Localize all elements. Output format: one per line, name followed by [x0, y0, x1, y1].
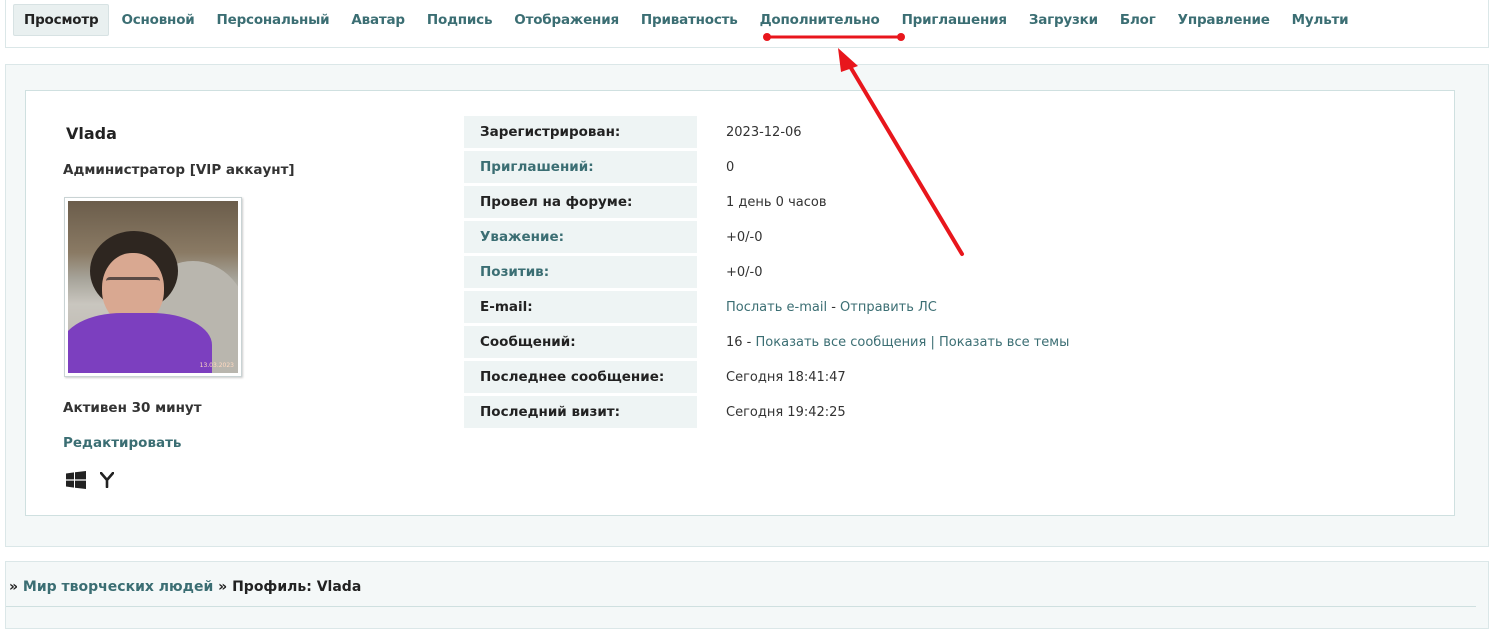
post-count: 16 [726, 334, 743, 350]
info-value: +0/-0 [726, 229, 763, 245]
info-value: 16 - Показать все сообщения | Показать в… [697, 326, 1069, 358]
profile-info-table: Зарегистрирован: 2023-12-06 Приглашений:… [464, 113, 1069, 431]
tab-multi[interactable]: Мульти [1282, 5, 1359, 35]
breadcrumb-separator: » [213, 579, 233, 595]
tab-display[interactable]: Отображения [504, 5, 629, 35]
separator: - [742, 334, 756, 350]
info-label: Последний визит: [464, 396, 697, 428]
breadcrumb-forum-link[interactable]: Мир творческих людей [23, 579, 213, 595]
info-label: E-mail: [464, 291, 697, 323]
tab-management[interactable]: Управление [1168, 5, 1280, 35]
info-row-respect: Уважение: +0/-0 [464, 221, 1069, 253]
info-row-last-visit: Последний визит: Сегодня 19:42:25 [464, 396, 1069, 428]
tab-view[interactable]: Просмотр [13, 4, 110, 36]
breadcrumb: » Мир творческих людей » Профиль: Vlada [5, 561, 1489, 629]
profile-card: Vlada Администратор [VIP аккаунт] 13.03.… [25, 90, 1455, 516]
tab-main[interactable]: Основной [111, 5, 204, 35]
windows-icon [66, 471, 86, 489]
divider [6, 606, 1476, 607]
info-value: 0 [726, 159, 735, 175]
info-value: Сегодня 18:41:47 [726, 369, 846, 385]
profile-user-title: Администратор [VIP аккаунт] [63, 162, 295, 178]
edit-profile-link[interactable]: Редактировать [63, 435, 181, 451]
info-label: Последнее сообщение: [464, 361, 697, 393]
info-label-link[interactable]: Позитив: [464, 256, 697, 288]
profile-tab-bar: Просмотр Основной Персональный Аватар По… [5, 0, 1489, 48]
tab-signature[interactable]: Подпись [417, 5, 502, 35]
profile-username: Vlada [66, 124, 117, 143]
breadcrumb-line: » Мир творческих людей » Профиль: Vlada [9, 579, 361, 595]
show-all-posts-link[interactable]: Показать все сообщения [756, 335, 927, 350]
info-value: 2023-12-06 [726, 124, 802, 140]
info-value: +0/-0 [726, 264, 763, 280]
info-row-registered: Зарегистрирован: 2023-12-06 [464, 116, 1069, 148]
tab-privacy[interactable]: Приватность [631, 5, 748, 35]
profile-panel: Vlada Администратор [VIP аккаунт] 13.03.… [5, 64, 1489, 547]
send-pm-link[interactable]: Отправить ЛС [840, 300, 937, 315]
show-all-topics-link[interactable]: Показать все темы [939, 335, 1069, 350]
avatar-photo: 13.03.2023 [68, 201, 238, 373]
tab-personal[interactable]: Персональный [207, 5, 340, 35]
tab-additional[interactable]: Дополнительно [750, 5, 890, 35]
info-label: Сообщений: [464, 326, 697, 358]
tab-avatar[interactable]: Аватар [341, 5, 415, 35]
info-value: 1 день 0 часов [726, 194, 827, 210]
avatar: 13.03.2023 [64, 197, 242, 377]
separator: | [926, 334, 939, 350]
tab-invitations[interactable]: Приглашения [892, 5, 1017, 35]
yandex-browser-icon [100, 472, 114, 488]
breadcrumb-current: Профиль: Vlada [232, 579, 362, 595]
info-label-link[interactable]: Приглашений: [464, 151, 697, 183]
info-row-last-post: Последнее сообщение: Сегодня 18:41:47 [464, 361, 1069, 393]
breadcrumb-prefix: » [9, 579, 23, 595]
info-value: Послать e-mail - Отправить ЛС [697, 291, 1069, 323]
info-row-time-on-forum: Провел на форуме: 1 день 0 часов [464, 186, 1069, 218]
info-label: Провел на форуме: [464, 186, 697, 218]
info-row-email: E-mail: Послать e-mail - Отправить ЛС [464, 291, 1069, 323]
info-row-invites: Приглашений: 0 [464, 151, 1069, 183]
info-label: Зарегистрирован: [464, 116, 697, 148]
activity-status: Активен 30 минут [63, 400, 202, 416]
info-row-positive: Позитив: +0/-0 [464, 256, 1069, 288]
separator: - [827, 299, 841, 315]
tab-list: Просмотр Основной Персональный Аватар По… [13, 4, 1360, 36]
client-icons [66, 471, 114, 489]
avatar-date-stamp: 13.03.2023 [199, 362, 234, 369]
info-label-link[interactable]: Уважение: [464, 221, 697, 253]
send-email-link[interactable]: Послать e-mail [726, 300, 827, 315]
tab-blog[interactable]: Блог [1110, 5, 1166, 35]
info-value: Сегодня 19:42:25 [726, 404, 846, 420]
info-row-posts: Сообщений: 16 - Показать все сообщения |… [464, 326, 1069, 358]
tab-uploads[interactable]: Загрузки [1019, 5, 1108, 35]
